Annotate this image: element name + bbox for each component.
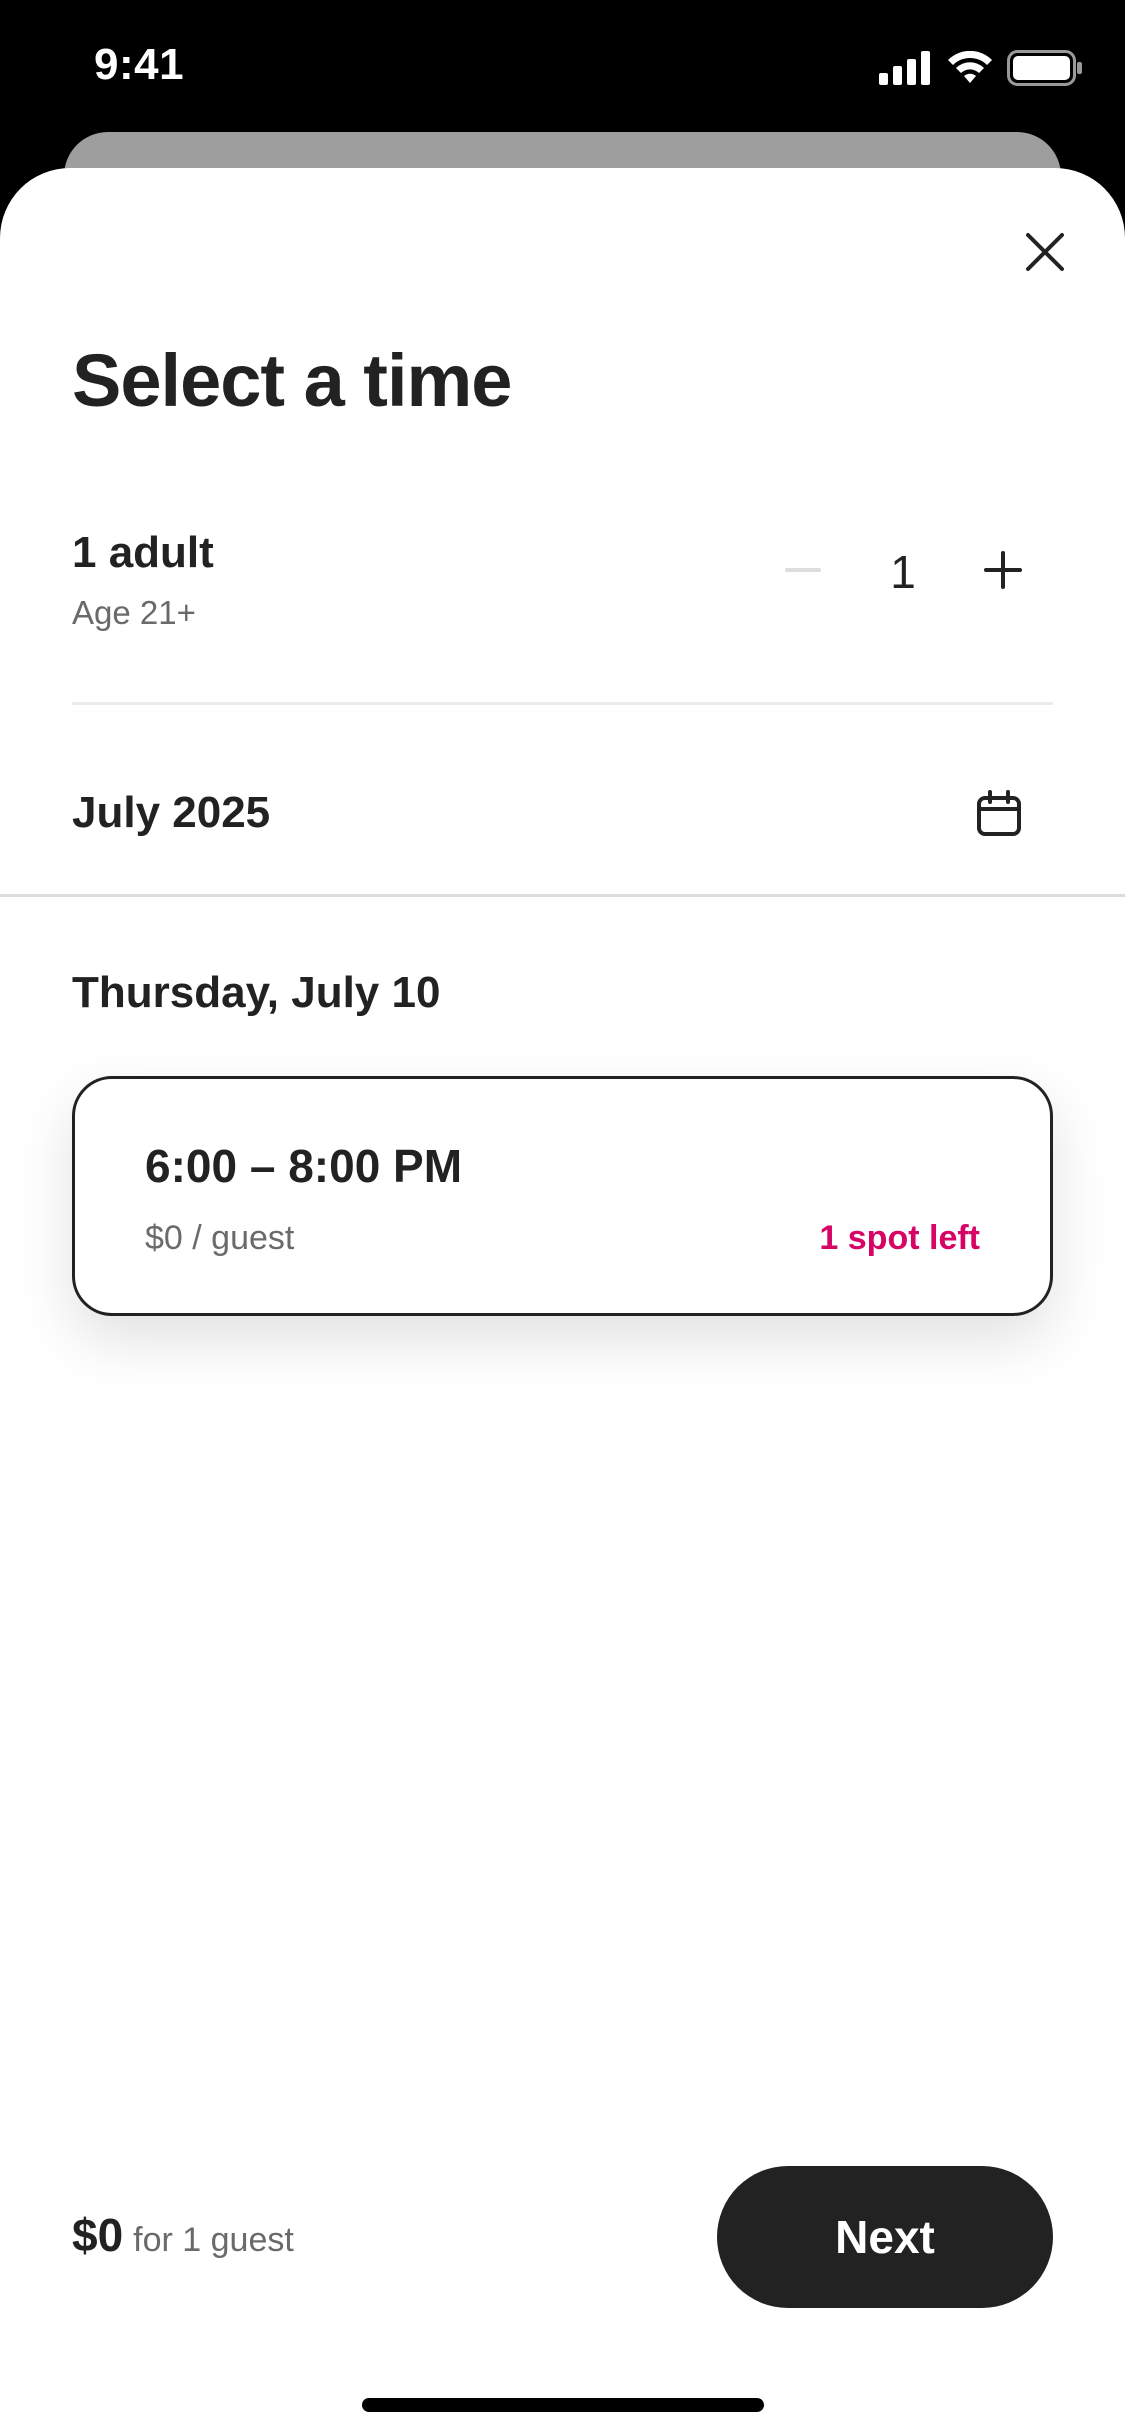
close-icon xyxy=(1025,232,1065,277)
plus-icon xyxy=(984,550,1022,594)
select-time-sheet: Select a time 1 adult Age 21+ 1 July 202… xyxy=(0,168,1125,2436)
status-bar: 9:41 xyxy=(0,0,1125,132)
status-icons xyxy=(879,49,1083,91)
divider xyxy=(72,702,1053,705)
month-label: July 2025 xyxy=(72,788,271,837)
battery-icon xyxy=(1007,49,1083,91)
decrement-button[interactable] xyxy=(773,542,833,602)
slot-availability-badge: 1 spot left xyxy=(819,1219,980,1257)
guest-age-label: Age 21+ xyxy=(72,594,196,631)
status-time: 9:41 xyxy=(94,40,185,89)
page-title: Select a time xyxy=(72,339,512,422)
next-button[interactable]: Next xyxy=(717,2166,1053,2308)
time-slot-card[interactable]: 6:00 – 8:00 PM $0 / guest 1 spot left xyxy=(72,1076,1053,1316)
cellular-signal-icon xyxy=(879,50,933,90)
slot-price: $0 / guest xyxy=(145,1219,295,1257)
slot-time: 6:00 – 8:00 PM xyxy=(145,1140,463,1192)
footer-price: $0 for 1 guest xyxy=(72,2208,294,2262)
total-price-guests: for 1 guest xyxy=(133,2221,294,2259)
date-heading: Thursday, July 10 xyxy=(72,968,441,1017)
minus-icon xyxy=(785,552,821,593)
increment-button[interactable] xyxy=(973,542,1033,602)
wifi-icon xyxy=(947,50,993,90)
month-row[interactable]: July 2025 xyxy=(72,768,1053,868)
guest-count-row: 1 adult Age 21+ 1 xyxy=(72,528,1053,678)
section-divider xyxy=(0,894,1125,897)
home-indicator xyxy=(362,2398,764,2412)
guest-label: 1 adult xyxy=(72,528,214,577)
calendar-button[interactable] xyxy=(971,788,1027,844)
calendar-icon xyxy=(975,789,1023,843)
close-button[interactable] xyxy=(1011,220,1079,288)
guest-stepper: 1 xyxy=(773,542,1033,602)
total-price: $0 xyxy=(72,2209,124,2261)
guest-count-value: 1 xyxy=(890,546,916,598)
